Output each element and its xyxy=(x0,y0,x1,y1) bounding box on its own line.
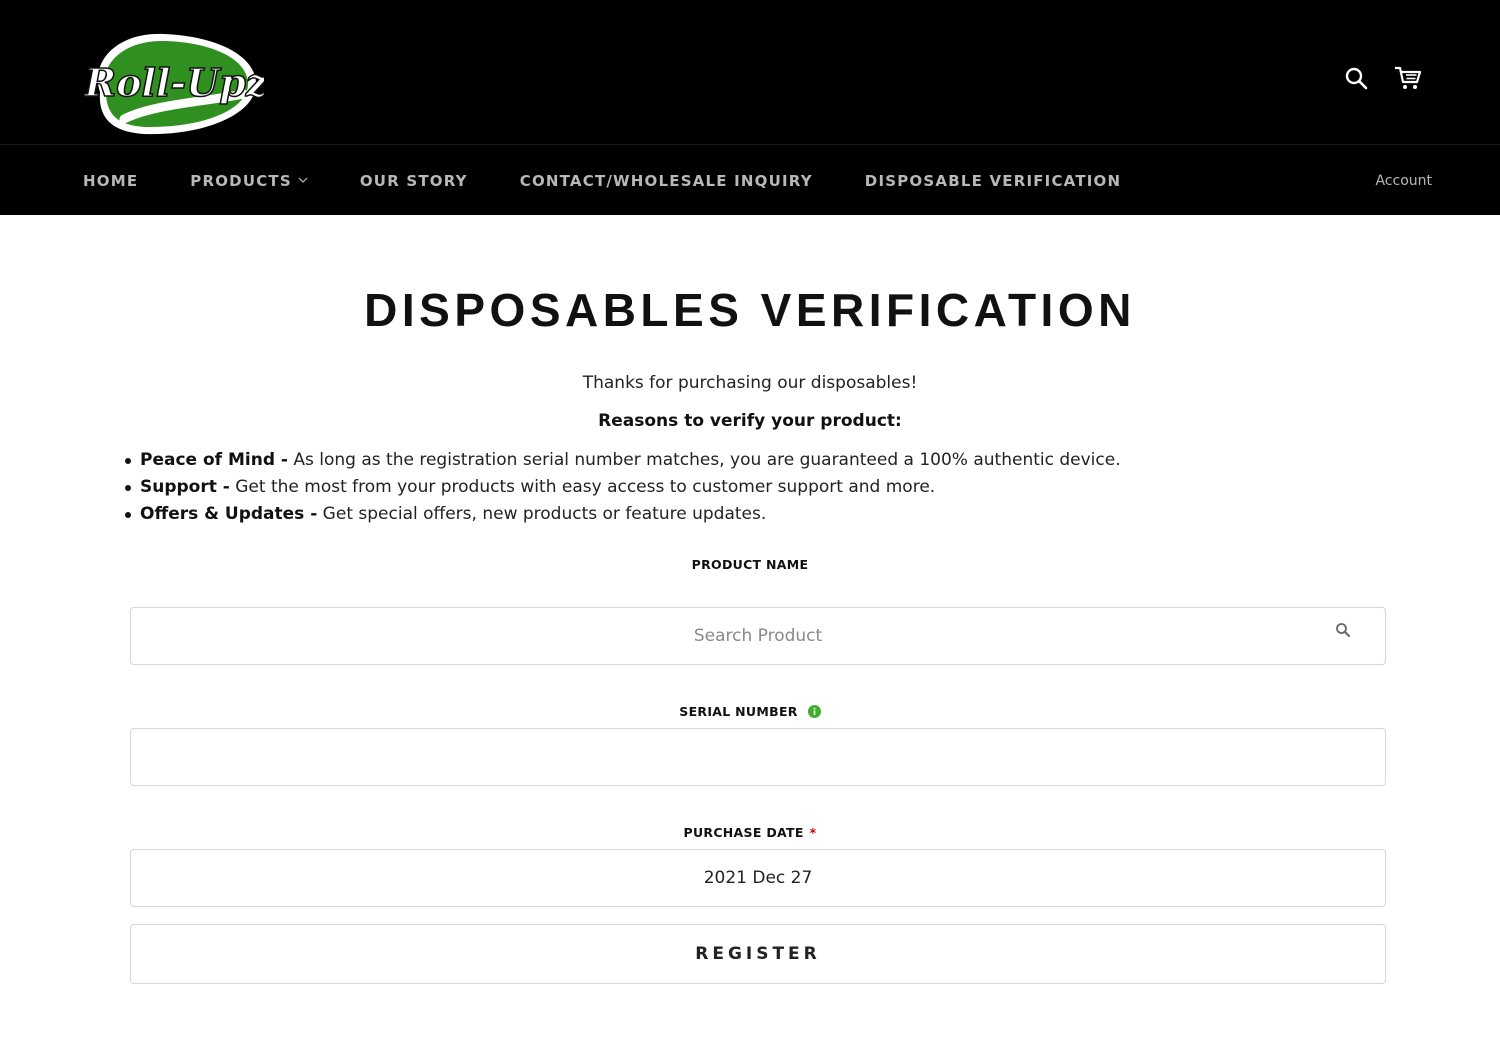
cart-icon[interactable] xyxy=(1394,64,1422,92)
product-search-placeholder: Search Product xyxy=(693,626,823,646)
purchase-date-input[interactable]: 2021 Dec 27 xyxy=(130,849,1386,907)
serial-number-label: SERIAL NUMBER xyxy=(0,704,1500,719)
search-icon[interactable] xyxy=(1335,622,1351,642)
reasons-list: Peace of Mind - As long as the registrat… xyxy=(125,449,1121,530)
list-item: Offers & Updates - Get special offers, n… xyxy=(125,503,1121,530)
info-icon[interactable] xyxy=(807,705,821,718)
chevron-down-icon xyxy=(298,177,308,184)
roll-upz-logo[interactable]: Roll-Upz xyxy=(83,24,270,140)
list-item: Peace of Mind - As long as the registrat… xyxy=(125,449,1121,476)
site-header: Roll-Upz xyxy=(0,0,1500,144)
main-navigation: HOME PRODUCTS OUR STORY CONTACT/WHOLESAL… xyxy=(0,144,1500,215)
nav-item-disposable-verification[interactable]: DISPOSABLE VERIFICATION xyxy=(865,172,1121,190)
nav-item-contact-wholesale[interactable]: CONTACT/WHOLESALE INQUIRY xyxy=(520,172,813,190)
logo-lettering: Roll-Upz xyxy=(84,60,264,105)
purchase-date-value: 2021 Dec 27 xyxy=(703,868,813,888)
page-title: DISPOSABLES VERIFICATION xyxy=(364,284,1136,336)
intro-text: Thanks for purchasing our disposables! xyxy=(582,373,918,393)
product-name-label: PRODUCT NAME xyxy=(691,557,809,572)
required-mark: * xyxy=(809,825,817,840)
search-icon[interactable] xyxy=(1342,64,1370,92)
list-item: Support - Get the most from your product… xyxy=(125,476,1121,503)
serial-number-input[interactable] xyxy=(130,728,1386,786)
nav-item-products[interactable]: PRODUCTS xyxy=(190,172,308,190)
nav-item-our-story[interactable]: OUR STORY xyxy=(360,172,468,190)
register-button[interactable]: REGISTER xyxy=(130,924,1386,984)
purchase-date-label: PURCHASE DATE * xyxy=(683,825,817,840)
product-search-input[interactable]: Search Product xyxy=(130,607,1386,665)
account-link[interactable]: Account xyxy=(1375,145,1432,216)
nav-item-home[interactable]: HOME xyxy=(83,172,138,190)
reasons-heading: Reasons to verify your product: xyxy=(598,411,902,431)
